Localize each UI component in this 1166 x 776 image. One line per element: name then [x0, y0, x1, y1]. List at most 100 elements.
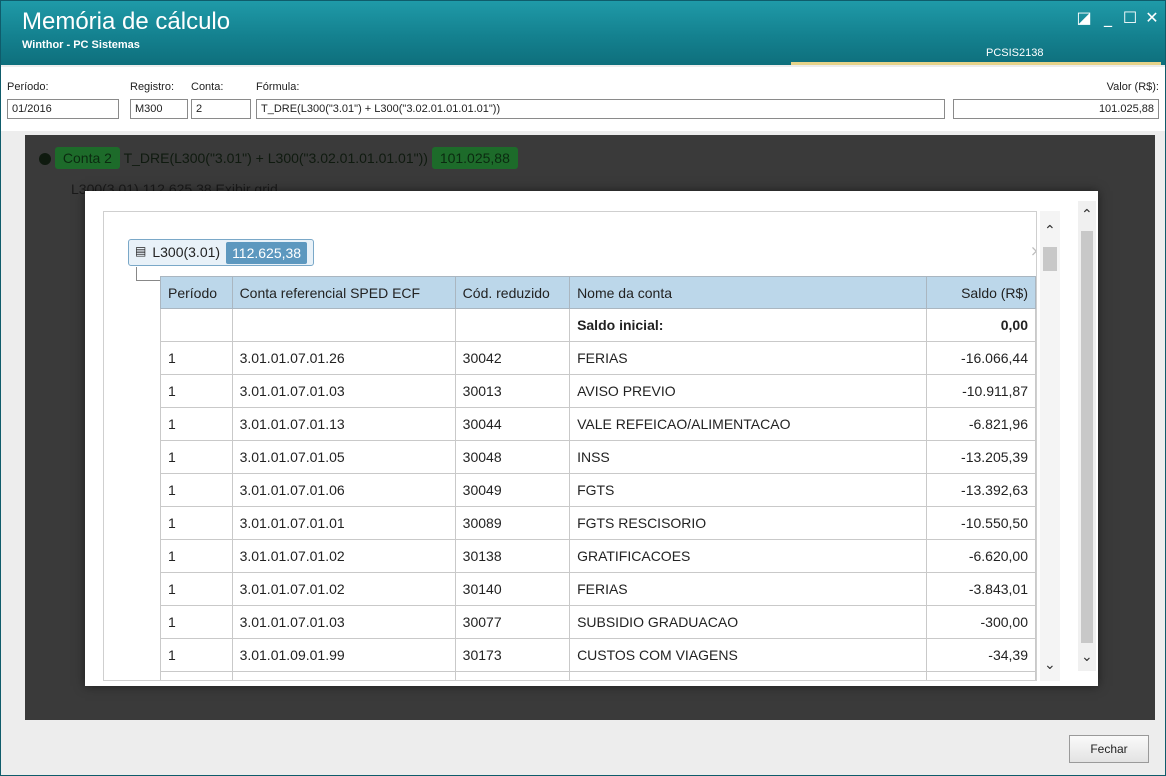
empty-cell [160, 308, 233, 342]
cell-cod-reduzido: 30042 [454, 341, 571, 375]
registro-label: Registro: [130, 81, 175, 93]
close-icon[interactable]: × [1030, 242, 1036, 260]
cell-conta-referencial: 3.01.01.07.01.02 [231, 572, 456, 606]
scroll-down-icon[interactable]: ⌄ [1081, 649, 1093, 665]
cell-cod-reduzido: 30140 [454, 572, 571, 606]
cell-conta-referencial: 3.01.01.07.01.02 [231, 539, 456, 573]
cell-nome-conta: AVISO PREVIO [569, 374, 928, 408]
cell-cod-reduzido: 30077 [454, 605, 571, 639]
column-header-periodo[interactable]: Período [160, 276, 233, 309]
cell-periodo: 1 [160, 341, 233, 375]
cell-saldo: -34,39 [926, 638, 1036, 672]
opening-balance-row: Saldo inicial: 0,00 [160, 308, 1036, 342]
restore-icon[interactable]: ◪ [1073, 7, 1095, 29]
account-balance-table: Período Conta referencial SPED ECF Cód. … [160, 276, 1036, 680]
column-header-conta-referencial[interactable]: Conta referencial SPED ECF [231, 276, 456, 309]
tree-connector [136, 267, 160, 281]
table-row[interactable]: 1 3.01.01.07.01.02 30138 GRATIFICACOES -6.62… [160, 539, 1036, 573]
registro-field[interactable]: M300 [130, 99, 188, 119]
table-row[interactable]: 13.01.01.09.01.3830557TELEFONIA-59,97 [160, 671, 1036, 680]
grid-tag-value: 112.625,38 [226, 242, 308, 264]
grid-dialog: ▤ L300(3.01) 112.625,38 × Período Conta … [85, 191, 1098, 686]
periodo-field[interactable]: 01/2016 [7, 99, 119, 119]
cell-cod-reduzido: 30557 [454, 671, 571, 680]
cell-nome-conta: TELEFONIA [569, 671, 928, 680]
window-subtitle: Winthor - PC Sistemas [22, 39, 140, 51]
cell-saldo: -13.205,39 [926, 440, 1036, 474]
fechar-button[interactable]: Fechar [1069, 735, 1149, 763]
cell-periodo: 1 [160, 374, 233, 408]
cell-periodo: 1 [160, 605, 233, 639]
minimize-icon[interactable]: _ [1097, 7, 1119, 29]
table-row[interactable]: 1 3.01.01.07.01.03 30013 AVISO PREVIO -10.91… [160, 374, 1036, 408]
table-header-row: Período Conta referencial SPED ECF Cód. … [160, 276, 1036, 309]
maximize-icon[interactable]: ☐ [1119, 7, 1141, 29]
table-row[interactable]: 1 3.01.01.07.01.06 30049 FGTS -13.392,63 [160, 473, 1036, 507]
cell-conta-referencial: 3.01.01.07.01.01 [231, 506, 456, 540]
cell-conta-referencial: 3.01.01.07.01.03 [231, 374, 456, 408]
empty-cell [454, 308, 571, 342]
cell-periodo: 1 [160, 539, 233, 573]
cell-periodo: 1 [160, 638, 233, 672]
column-header-saldo[interactable]: Saldo (R$) [926, 276, 1036, 309]
dialog-scrollbar[interactable]: ⌃ ⌄ [1078, 201, 1096, 671]
grid-header-tag: ▤ L300(3.01) 112.625,38 [128, 239, 315, 266]
table-row[interactable]: 1 3.01.01.07.01.05 30048 INSS -13.205,39 [160, 440, 1036, 474]
table-row[interactable]: 1 3.01.01.07.01.13 30044 VALE REFEICAO/ALIM… [160, 407, 1036, 441]
cell-cod-reduzido: 30013 [454, 374, 571, 408]
close-icon[interactable]: ✕ [1141, 7, 1163, 29]
column-header-nome-conta[interactable]: Nome da conta [569, 276, 928, 309]
cell-saldo: -13.392,63 [926, 473, 1036, 507]
formula-field[interactable]: T_DRE(L300("3.01") + L300("3.02.01.01.01… [256, 99, 945, 119]
cell-periodo: 1 [160, 506, 233, 540]
table-row[interactable]: 1 3.01.01.07.01.02 30140 FERIAS -3.843,01 [160, 572, 1036, 606]
cell-cod-reduzido: 30138 [454, 539, 571, 573]
cell-periodo: 1 [160, 572, 233, 606]
cell-saldo: -59,97 [926, 671, 1036, 680]
cell-saldo: -6.821,96 [926, 407, 1036, 441]
conta-label: Conta: [191, 81, 224, 93]
cell-nome-conta: FGTS [569, 473, 928, 507]
collapse-icon[interactable] [39, 153, 51, 166]
table-row[interactable]: 1 3.01.01.07.01.03 30077 SUBSIDIO GRADUACAO… [160, 605, 1036, 639]
cell-nome-conta: CUSTOS COM VIAGENS [569, 638, 928, 672]
cell-conta-referencial: 3.01.01.09.01.38 [231, 671, 456, 680]
cell-nome-conta: FERIAS [569, 341, 928, 375]
periodo-label: Período: [7, 81, 49, 93]
window-title: Memória de cálculo [22, 8, 231, 35]
table-row[interactable]: 1 3.01.01.09.01.99 30173 CUSTOS COM VIAGENS… [160, 638, 1036, 672]
cell-periodo: 1 [160, 407, 233, 441]
tree-root-value: 101.025,88 [431, 147, 518, 169]
cell-saldo: -10.911,87 [926, 374, 1036, 408]
tree-root-node[interactable]: Conta 2 T_DRE(L300("3.01") + L300("3.02.… [39, 147, 518, 169]
table-row[interactable]: 1 3.01.01.07.01.01 30089 FGTS RESCISORIO -10… [160, 506, 1036, 540]
tree-root-formula: T_DRE(L300("3.01") + L300("3.02.01.01.01… [123, 150, 428, 166]
valor-label: Valor (R$): [1106, 81, 1159, 93]
cell-conta-referencial: 3.01.01.07.01.26 [231, 341, 456, 375]
formula-label: Fórmula: [256, 81, 300, 93]
conta-field[interactable]: 2 [191, 99, 251, 119]
empty-cell [231, 308, 456, 342]
grid-scroll-thumb[interactable] [1043, 247, 1057, 271]
cell-periodo: 1 [160, 440, 233, 474]
tree-root-label: Conta 2 [54, 147, 120, 169]
cell-cod-reduzido: 30089 [454, 506, 571, 540]
column-header-cod-reduzido[interactable]: Cód. reduzido [454, 276, 571, 309]
scroll-up-icon[interactable]: ⌃ [1081, 207, 1093, 223]
cell-conta-referencial: 3.01.01.09.01.99 [231, 638, 456, 672]
grid-content-box: ▤ L300(3.01) 112.625,38 × Período Conta … [103, 211, 1037, 681]
cell-cod-reduzido: 30044 [454, 407, 571, 441]
dialog-scroll-thumb[interactable] [1081, 231, 1093, 643]
grid-scrollbar[interactable]: ⌃ ⌄ [1040, 211, 1060, 681]
calculation-memory-window: Memória de cálculo Winthor - PC Sistemas… [0, 0, 1166, 776]
valor-field[interactable]: 101.025,88 [953, 99, 1159, 119]
scroll-down-icon[interactable]: ⌄ [1044, 657, 1056, 673]
cell-saldo: -300,00 [926, 605, 1036, 639]
table-row[interactable]: 1 3.01.01.07.01.26 30042 FERIAS -16.066,44 [160, 341, 1036, 375]
header-fields: Período: 01/2016 Registro: M300 Conta: 2… [1, 67, 1165, 131]
scroll-up-icon[interactable]: ⌃ [1044, 223, 1056, 239]
cell-nome-conta: VALE REFEICAO/ALIMENTACAO [569, 407, 928, 441]
table-icon: ▤ [135, 244, 147, 258]
cell-nome-conta: SUBSIDIO GRADUACAO [569, 605, 928, 639]
cell-conta-referencial: 3.01.01.07.01.06 [231, 473, 456, 507]
